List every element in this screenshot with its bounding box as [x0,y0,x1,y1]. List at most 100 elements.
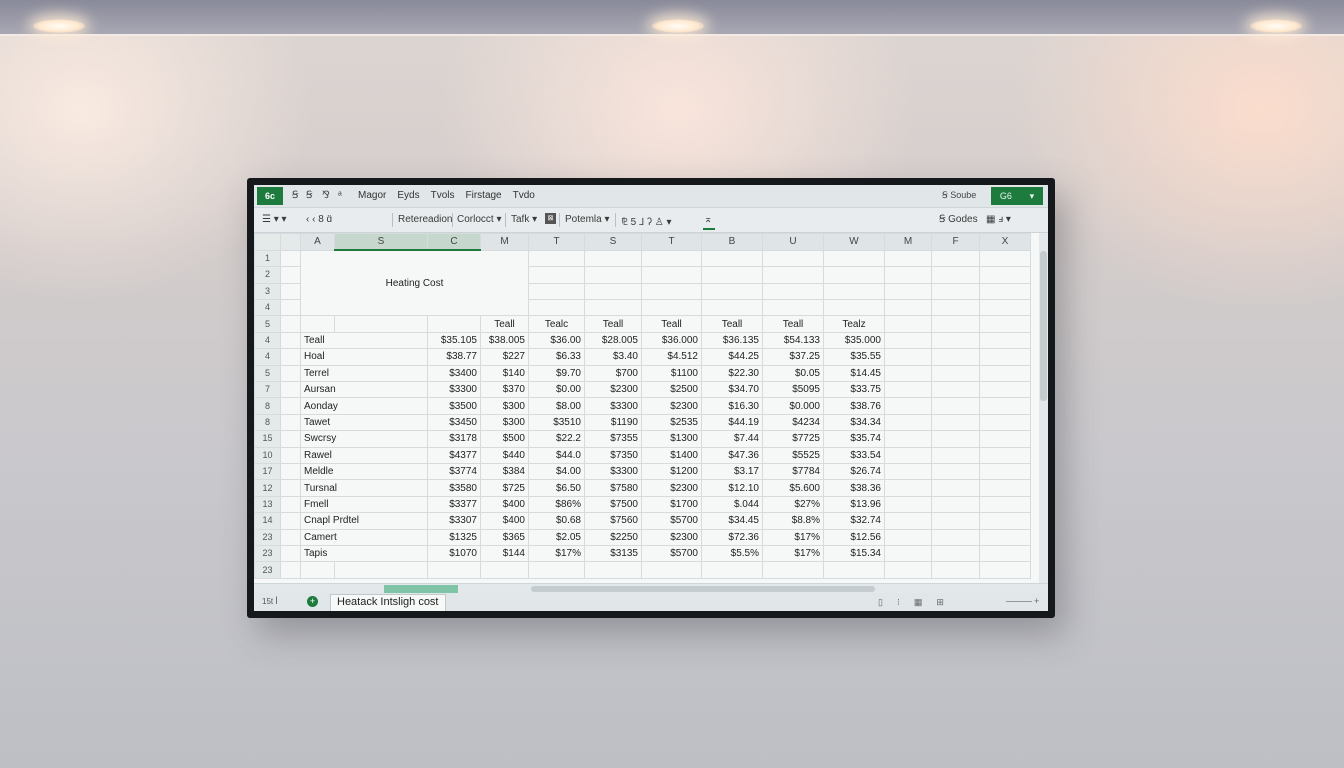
cell[interactable] [762,249,824,268]
cell[interactable] [931,299,980,317]
value-cell[interactable]: $3510 [528,413,585,432]
value-cell[interactable]: $1300 [641,430,702,448]
cell[interactable] [280,266,301,284]
cell[interactable] [884,381,932,399]
row-header[interactable]: 8 [254,397,281,415]
value-cell[interactable]: $3300 [584,397,642,415]
cell[interactable] [931,266,980,284]
paint-format-icon[interactable]: ⌅ [704,214,712,225]
value-cell[interactable]: $5700 [641,544,702,563]
value-cell[interactable]: $2.05 [528,528,585,546]
row-label-cell[interactable]: Tapis [300,544,428,563]
cell[interactable] [931,561,980,579]
value-cell[interactable]: $35.74 [823,430,885,448]
value-cell[interactable]: $12.56 [823,528,885,546]
cell[interactable] [884,446,932,464]
cell[interactable] [884,512,932,530]
cell[interactable] [979,331,1031,350]
cell[interactable] [584,249,642,268]
value-cell[interactable]: $4377 [427,446,481,464]
column-header[interactable]: M [884,233,932,251]
value-cell[interactable]: $3.40 [584,348,642,366]
menu-item[interactable]: Magor [358,190,386,201]
value-cell[interactable]: $17% [762,528,824,546]
value-cell[interactable]: $36.00 [528,331,585,350]
cell[interactable] [300,315,335,333]
cell[interactable] [701,561,763,579]
row-header[interactable]: 17 [254,462,281,481]
cell[interactable] [884,397,932,415]
row-label-cell[interactable]: Fmell [300,495,428,514]
cell[interactable] [931,315,980,333]
value-cell[interactable]: $7355 [584,430,642,448]
cell[interactable] [884,315,932,333]
row-header[interactable]: 23 [254,528,281,546]
cell[interactable] [701,249,763,268]
value-cell[interactable]: $2500 [641,381,702,399]
codes-button[interactable]: Ꞩ Godes [939,214,978,225]
cell[interactable] [931,348,980,366]
cell[interactable] [823,282,885,301]
value-cell[interactable]: $7784 [762,462,824,481]
cell[interactable] [884,462,932,481]
zoom-in-icon[interactable]: + [1034,596,1039,606]
cell[interactable] [884,364,932,383]
row-label-cell[interactable]: Camert [300,528,428,546]
reference-button[interactable]: Retereadion [398,214,452,225]
cell[interactable] [762,299,824,317]
cell[interactable] [280,544,301,563]
value-cell[interactable]: $7350 [584,446,642,464]
row-header[interactable]: 5 [254,364,281,383]
value-cell[interactable]: $0.05 [762,364,824,383]
cell[interactable] [280,430,301,448]
cell[interactable] [979,544,1031,563]
cell[interactable] [334,561,428,579]
cell[interactable] [931,528,980,546]
value-cell[interactable]: $7560 [584,512,642,530]
page-break-icon[interactable]: ⊞ [936,597,944,608]
cell[interactable] [480,561,529,579]
cell[interactable] [701,282,763,301]
menu-item[interactable]: Tvdo [513,190,535,201]
cell[interactable] [641,299,702,317]
row-label-cell[interactable]: Swcrsy [300,430,428,448]
value-cell[interactable]: $300 [480,413,529,432]
page-layout-icon[interactable]: ⁝ [897,597,900,608]
cell[interactable] [931,331,980,350]
cell[interactable] [641,266,702,284]
sheet-title[interactable]: Heating Cost [300,249,529,317]
cell[interactable] [979,479,1031,497]
row-label-cell[interactable]: Aonday [300,397,428,415]
row-label-cell[interactable]: Meldle [300,462,428,481]
cell[interactable] [280,512,301,530]
row-label-cell[interactable]: Hoal [300,348,428,366]
row-header[interactable]: 7 [254,381,281,399]
row-label-cell[interactable]: Cnapl Prdtel [300,512,428,530]
value-cell[interactable]: $13.96 [823,495,885,514]
value-cell[interactable]: $9.70 [528,364,585,383]
cell[interactable] [762,561,824,579]
cell[interactable] [979,299,1031,317]
row-header[interactable]: 23 [254,544,281,563]
table-dropdown[interactable]: Tafk ▾ [511,214,537,225]
cell[interactable] [528,561,585,579]
value-cell[interactable]: $7.44 [701,430,763,448]
row-header[interactable]: 4 [254,299,281,317]
row-label-cell[interactable]: Tawet [300,413,428,432]
value-cell[interactable]: $227 [480,348,529,366]
value-cell[interactable]: $34.34 [823,413,885,432]
value-cell[interactable]: $38.77 [427,348,481,366]
column-header[interactable]: S [334,233,428,252]
header-cell[interactable]: Teall [584,315,642,333]
row-header[interactable]: 1 [254,249,281,268]
row-label-cell[interactable]: Teall [300,331,428,350]
customize-icon[interactable]: ᵃ [338,190,342,201]
cell[interactable] [280,299,301,317]
cell[interactable] [701,299,763,317]
value-cell[interactable]: $300 [480,397,529,415]
cell[interactable] [884,430,932,448]
cell[interactable] [931,544,980,563]
value-cell[interactable]: $5.600 [762,479,824,497]
value-cell[interactable]: $12.10 [701,479,763,497]
cell[interactable] [280,364,301,383]
